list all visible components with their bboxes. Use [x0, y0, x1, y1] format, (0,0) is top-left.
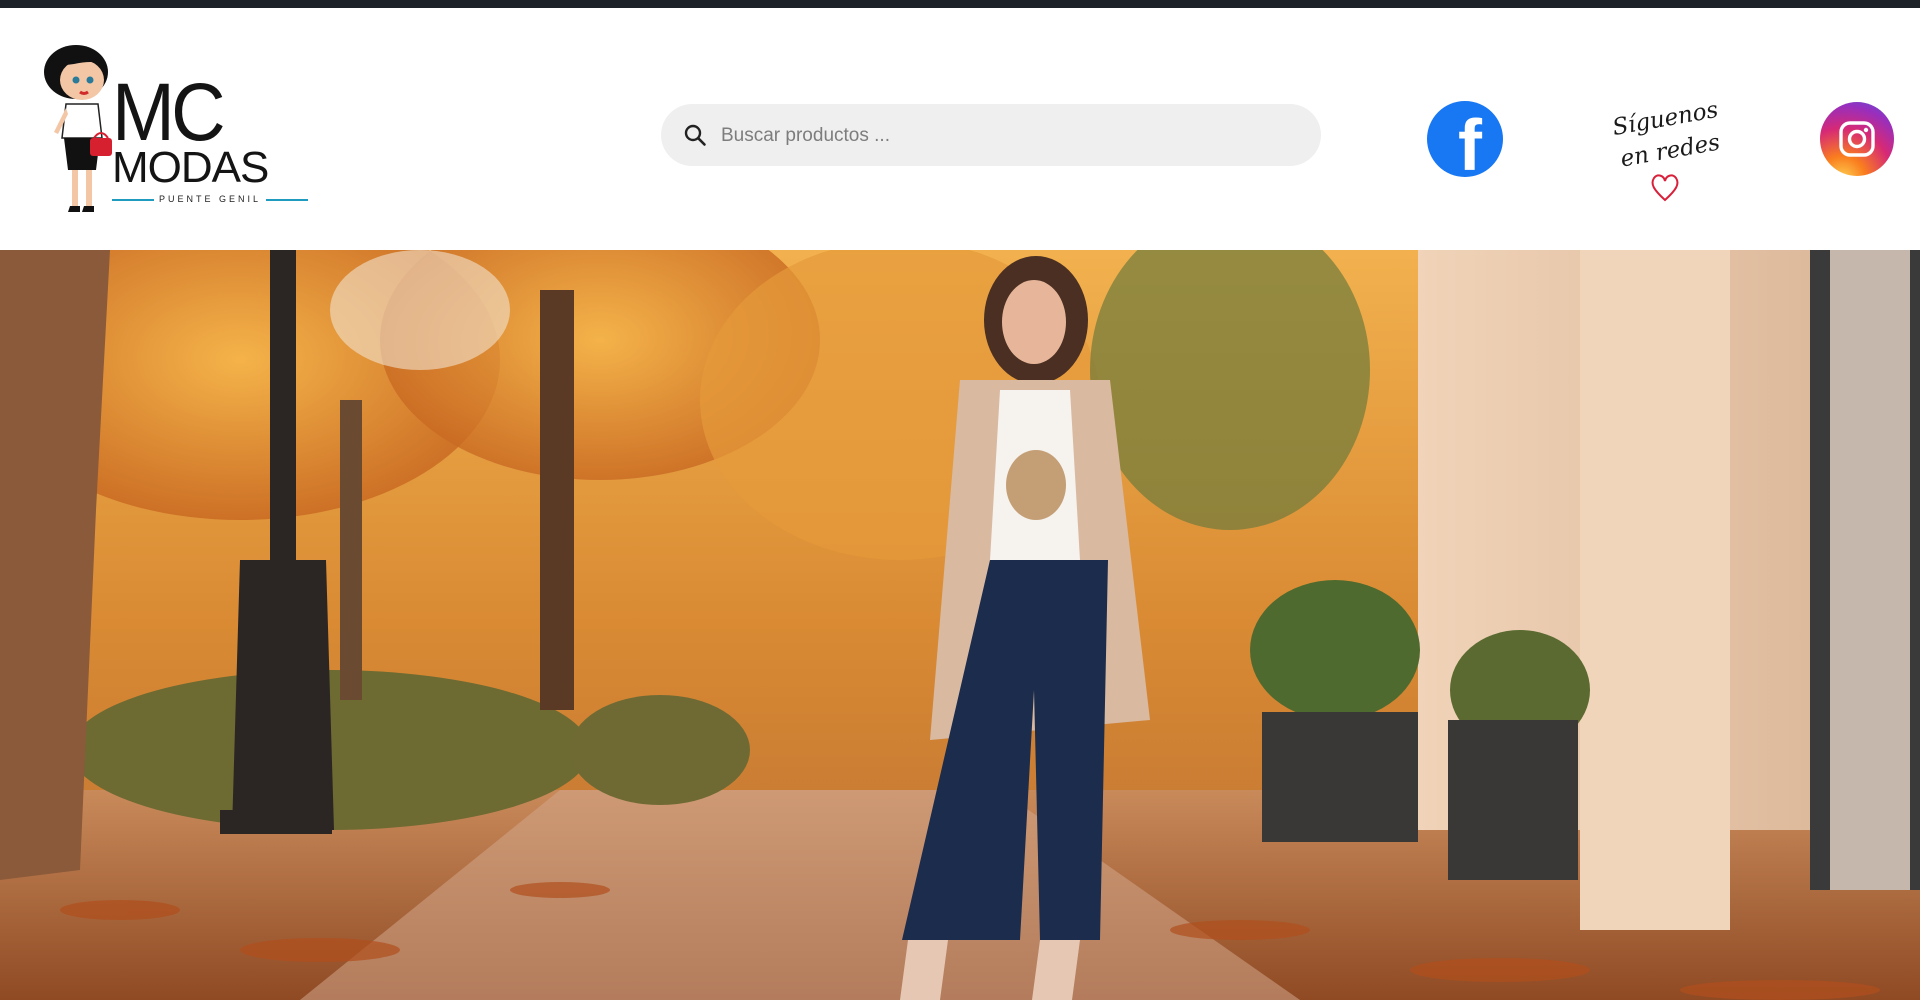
instagram-glyph [1839, 121, 1875, 157]
follow-us-label: Síguenos en redes [1598, 97, 1728, 210]
site-header: MC MODAS PUENTE GENIL f Síguenos en rede… [0, 8, 1920, 250]
logo-subtitle: PUENTE GENIL [112, 194, 308, 204]
logo-text-modas: MODAS [112, 143, 269, 192]
search-icon[interactable] [683, 123, 707, 147]
heart-icon [1651, 174, 1679, 202]
hero-image [0, 250, 1920, 1000]
instagram-icon[interactable] [1820, 102, 1894, 176]
brand-logo[interactable]: MC MODAS PUENTE GENIL [38, 42, 308, 222]
top-bar [0, 0, 1920, 8]
search-input[interactable] [719, 104, 1303, 168]
search-bar[interactable] [661, 104, 1321, 168]
facebook-icon[interactable]: f [1427, 101, 1503, 177]
logo-text-mc: MC [112, 67, 226, 158]
facebook-glyph: f [1458, 106, 1482, 177]
hero-banner[interactable] [0, 250, 1920, 1000]
